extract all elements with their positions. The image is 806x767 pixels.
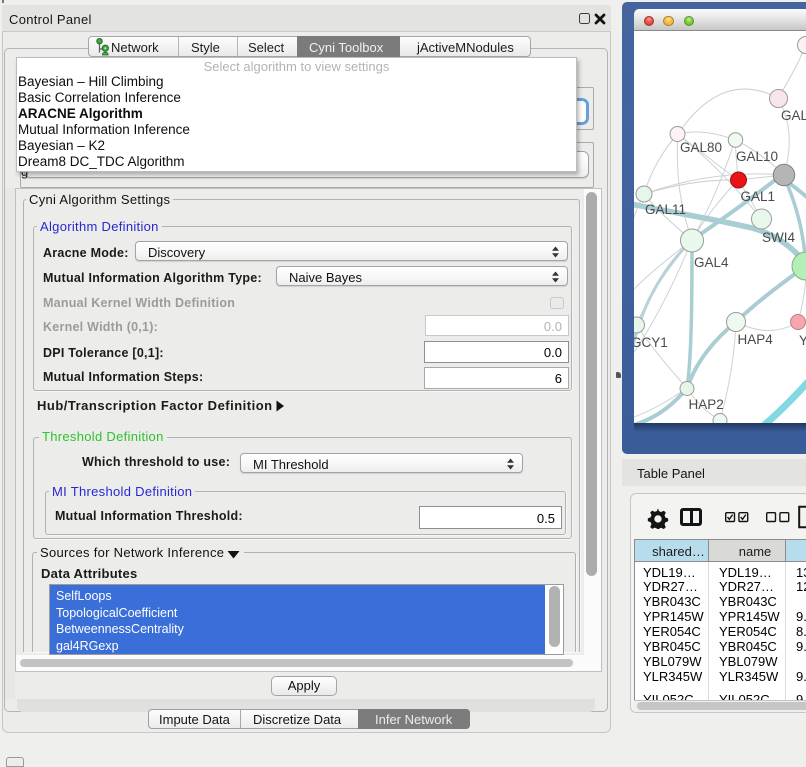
svg-text:GAL11: GAL11 <box>645 202 686 217</box>
svg-text:YP: YP <box>799 333 806 348</box>
svg-text:GCY1: GCY1 <box>634 335 668 350</box>
svg-text:HAP2: HAP2 <box>689 397 724 412</box>
svg-text:GAL1: GAL1 <box>741 189 776 204</box>
svg-text:GAL80: GAL80 <box>680 140 722 155</box>
svg-text:HAP4: HAP4 <box>738 332 774 347</box>
svg-text:SWI4: SWI4 <box>762 230 795 245</box>
svg-text:GAL10: GAL10 <box>736 149 778 164</box>
svg-text:GAL4: GAL4 <box>694 255 729 270</box>
svg-text:GAL7: GAL7 <box>781 108 806 123</box>
